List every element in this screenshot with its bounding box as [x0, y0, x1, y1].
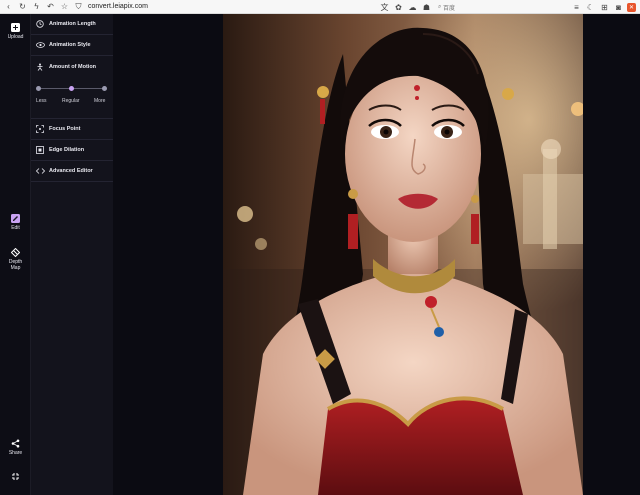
animation-length-label: Animation Length: [49, 21, 96, 27]
amount-of-motion-label: Amount of Motion: [49, 63, 97, 70]
search-placeholder: 百度: [442, 5, 455, 12]
focus-point-label: Focus Point: [49, 126, 81, 132]
shield-icon: ⛉: [75, 1, 82, 11]
browser-toolbar: ‹ ↻ ϟ ↶ ☆ ⛉ convert.leiapix.com 文 ✿ ☁ ☗ …: [0, 0, 640, 14]
motion-icon: [35, 62, 45, 72]
star-icon[interactable]: ☆: [59, 1, 70, 12]
reload-icon[interactable]: ↻: [17, 1, 28, 12]
slider-stop-less[interactable]: [36, 85, 41, 91]
focus-point-row[interactable]: Focus Point: [31, 119, 113, 140]
browser-right-tools: 文 ✿ ☁ ☗ ⌕ 百度 ≡ ☾ ⊞ ◙ ✕: [376, 0, 640, 14]
slider-knob-regular[interactable]: [69, 85, 74, 91]
collapse-icon: [12, 473, 19, 480]
edge-dilation-row[interactable]: Edge Dilation: [31, 140, 113, 161]
preview-stage: [113, 14, 640, 495]
animation-style-row[interactable]: Animation Style: [31, 35, 113, 56]
app-window: Upload Edit Depth Map Share Animation Le…: [0, 14, 640, 495]
share-label: Share: [8, 450, 23, 456]
slider-label-regular: Regular: [62, 98, 80, 104]
left-rail: Upload Edit Depth Map Share: [0, 14, 31, 495]
dilation-icon: [35, 145, 45, 155]
night-mode-icon[interactable]: ☾: [585, 2, 596, 13]
upload-button[interactable]: Upload: [0, 23, 31, 40]
extension-icon[interactable]: ✿: [393, 2, 404, 13]
search-box[interactable]: ⌕ 百度: [438, 3, 455, 12]
share-button[interactable]: Share: [0, 439, 31, 456]
motion-slider[interactable]: Less Regular More: [31, 77, 113, 119]
preview-image[interactable]: [223, 14, 583, 495]
edge-dilation-label: Edge Dilation: [49, 147, 85, 153]
edit-label: Edit: [11, 225, 20, 231]
slider-label-less: Less: [36, 98, 47, 104]
slider-stop-more[interactable]: [102, 85, 107, 91]
extension-badge-icon[interactable]: ✕: [627, 2, 636, 12]
amount-of-motion-row[interactable]: Amount of Motion: [31, 56, 113, 77]
animation-style-label: Animation Style: [49, 42, 91, 48]
url-bar[interactable]: convert.leiapix.com: [88, 3, 148, 10]
collapse-button[interactable]: [0, 472, 31, 483]
depth-map-button[interactable]: Depth Map: [0, 248, 31, 271]
menu-icon[interactable]: ≡: [571, 2, 582, 13]
grid-icon[interactable]: ⊞: [599, 2, 610, 13]
undo-icon[interactable]: ↶: [45, 1, 56, 12]
edit-button[interactable]: Edit: [0, 214, 31, 231]
depth-label-2: Map: [10, 265, 21, 271]
animation-length-row[interactable]: Animation Length: [31, 14, 113, 35]
plus-icon: [11, 23, 20, 32]
edit-icon: [11, 214, 20, 223]
layers-icon: [11, 248, 20, 257]
clock-icon: [35, 19, 45, 29]
code-icon: [35, 166, 45, 176]
upload-label: Upload: [7, 34, 24, 40]
translate-icon[interactable]: 文: [379, 2, 390, 13]
eye-icon: [35, 40, 45, 50]
camera-icon[interactable]: ◙: [613, 2, 624, 13]
settings-panel: Animation Length Animation Style Amount …: [31, 14, 113, 495]
cloud-icon[interactable]: ☁: [407, 2, 418, 13]
portrait-image: [223, 14, 583, 495]
share-icon: [11, 439, 20, 448]
ghost-icon[interactable]: ☗: [421, 2, 432, 13]
slider-label-more: More: [94, 98, 106, 104]
bolt-icon[interactable]: ϟ: [31, 1, 42, 12]
back-icon[interactable]: ‹: [3, 1, 14, 12]
focus-icon: [35, 124, 45, 134]
advanced-editor-row[interactable]: Advanced Editor: [31, 161, 113, 182]
advanced-editor-label: Advanced Editor: [49, 168, 93, 174]
